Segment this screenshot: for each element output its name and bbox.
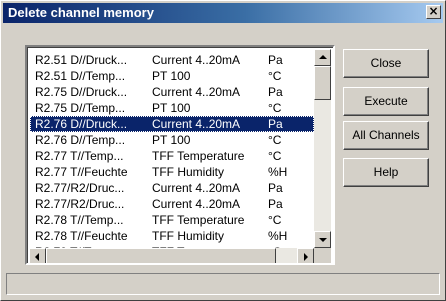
horizontal-scroll-thumb[interactable]: [46, 248, 276, 263]
channel-name-cell: R2.78 T//Temp...: [35, 213, 124, 227]
left-arrow-icon: [35, 253, 39, 261]
channel-unit-cell: Pa: [268, 53, 283, 67]
status-bar: [6, 273, 440, 295]
channel-name-cell: R2.76 D//Druck...: [35, 117, 128, 131]
channel-name-cell: R2.51 D//Temp...: [35, 69, 126, 83]
channel-unit-cell: %H: [268, 229, 288, 243]
help-button[interactable]: Help: [343, 158, 429, 187]
channel-name-cell: R2.75 D//Temp...: [35, 101, 126, 115]
scroll-down-button[interactable]: [314, 231, 331, 248]
delete-channel-memory-dialog: Delete channel memory × R2.51 D//Druck..…: [0, 0, 446, 301]
execute-button[interactable]: Execute: [343, 87, 429, 116]
channel-name-cell: R2.77/R2/Druc...: [35, 197, 125, 211]
channel-name-cell: R2.77 T//Feuchte: [35, 165, 128, 179]
list-item[interactable]: R2.77/R2/Druc... Current 4..20mA Pa: [30, 180, 314, 196]
right-arrow-icon: [304, 253, 308, 261]
up-arrow-icon: [319, 55, 327, 59]
list-item[interactable]: R2.78 T//Feuchte TFF Humidity %H: [30, 228, 314, 244]
channel-type-cell: PT 100: [152, 69, 191, 83]
list-item[interactable]: R2.51 D//Druck... Current 4..20mA Pa: [30, 52, 314, 68]
scroll-left-button[interactable]: [29, 248, 46, 263]
channel-unit-cell: Pa: [268, 197, 283, 211]
close-button[interactable]: Close: [343, 49, 429, 78]
channel-type-cell: PT 100: [152, 133, 191, 147]
channel-type-cell: TFF Temperature: [152, 149, 245, 163]
channel-name-cell: R2.76 D//Temp...: [35, 133, 126, 147]
channel-type-cell: Current 4..20mA: [152, 181, 241, 195]
channel-unit-cell: °C: [268, 213, 282, 227]
scroll-up-button[interactable]: [314, 49, 331, 66]
down-arrow-icon: [319, 238, 327, 242]
channel-unit-cell: °C: [268, 69, 282, 83]
channel-type-cell: TFF Temperature: [152, 213, 245, 227]
scroll-right-button[interactable]: [297, 248, 314, 263]
channel-unit-cell: Pa: [268, 181, 283, 195]
channel-name-cell: R2.75 D//Druck...: [35, 85, 128, 99]
channel-type-cell: TFF Humidity: [152, 165, 224, 179]
channel-type-cell: Current 4..20mA: [152, 85, 241, 99]
all-channels-button[interactable]: All Channels: [343, 121, 429, 150]
channel-type-cell: TFF Humidity: [152, 229, 224, 243]
channel-type-cell: Current 4..20mA: [152, 117, 241, 131]
title-close-button[interactable]: ×: [426, 5, 441, 19]
channel-unit-cell: %H: [268, 165, 288, 179]
close-icon: ×: [428, 4, 439, 18]
list-item[interactable]: R2.76 D//Druck... Current 4..20mA Pa: [30, 116, 314, 132]
channel-unit-cell: Pa: [268, 85, 283, 99]
list-item[interactable]: R2.77/R2/Druc... Current 4..20mA Pa: [30, 196, 314, 212]
list-item[interactable]: R2.78 T//Temp... TFF Temperature °C: [30, 212, 314, 228]
channel-listbox[interactable]: R2.51 D//Druck... Current 4..20mA Pa R2.51 …: [25, 45, 335, 265]
list-item[interactable]: R2.51 D//Temp... PT 100 °C: [30, 68, 314, 84]
channel-type-cell: PT 100: [152, 101, 191, 115]
channel-name-cell: R2.51 D//Druck...: [35, 53, 128, 67]
channel-name-cell: R2.77 T//Temp...: [35, 149, 124, 163]
channel-unit-cell: °C: [268, 149, 282, 163]
channel-unit-cell: °C: [268, 133, 282, 147]
list-item[interactable]: R2.75 D//Druck... Current 4..20mA Pa: [30, 84, 314, 100]
channel-list: R2.51 D//Druck... Current 4..20mA Pa R2.51 …: [30, 52, 314, 252]
channel-unit-cell: °C: [268, 101, 282, 115]
list-item[interactable]: R2.77 T//Feuchte TFF Humidity %H: [30, 164, 314, 180]
horizontal-scrollbar[interactable]: [29, 248, 314, 263]
title-bar[interactable]: Delete channel memory ×: [3, 3, 443, 23]
vertical-scroll-thumb[interactable]: [314, 66, 331, 100]
channel-type-cell: Current 4..20mA: [152, 197, 241, 211]
window-title: Delete channel memory: [8, 5, 154, 20]
channel-name-cell: R2.78 T//Feuchte: [35, 229, 128, 243]
scrollbar-corner: [314, 248, 331, 263]
channel-name-cell: R2.77/R2/Druc...: [35, 181, 125, 195]
channel-unit-cell: Pa: [268, 117, 283, 131]
list-item[interactable]: R2.76 D//Temp... PT 100 °C: [30, 132, 314, 148]
list-item[interactable]: R2.75 D//Temp... PT 100 °C: [30, 100, 314, 116]
vertical-scrollbar[interactable]: [314, 49, 331, 248]
channel-type-cell: Current 4..20mA: [152, 53, 241, 67]
list-item[interactable]: R2.77 T//Temp... TFF Temperature °C: [30, 148, 314, 164]
